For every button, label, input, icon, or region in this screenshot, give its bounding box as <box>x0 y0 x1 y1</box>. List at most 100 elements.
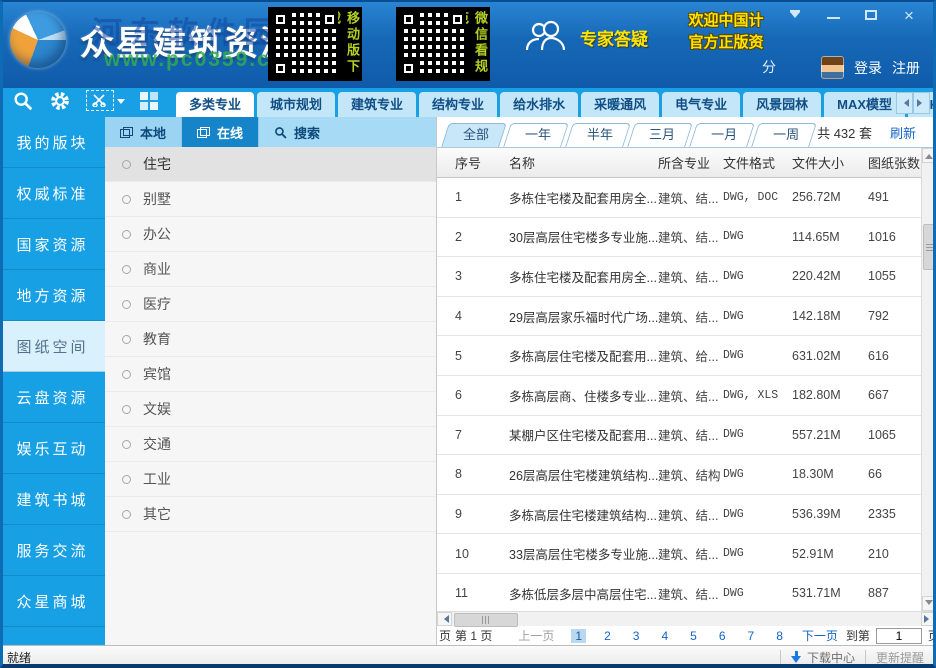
sidebar-item[interactable]: 权威标准 <box>0 168 105 219</box>
goto-page-input[interactable] <box>875 627 922 644</box>
category-item[interactable]: 文娱 <box>105 392 436 427</box>
table-row[interactable]: 10 33层高层住宅楼多专业施... 建筑、结... DWG 52.91M 21… <box>437 534 921 574</box>
horizontal-scroll-thumb[interactable] <box>454 613 518 627</box>
tab-search[interactable]: 搜索 <box>259 117 335 147</box>
scroll-down-button[interactable] <box>922 596 936 611</box>
table-row[interactable]: 4 29层高层家乐福时代广场... 建筑、结... DWG 142.18M 79… <box>437 297 921 337</box>
table-row[interactable]: 7 某棚户区住宅楼及配套用... 建筑、结... DWG 557.21M 106… <box>437 416 921 456</box>
time-filter-tab[interactable]: 一年 <box>507 123 565 147</box>
main-tab[interactable]: 城市规划 <box>257 92 336 117</box>
page-number-button[interactable]: 1 <box>571 628 587 643</box>
main-tab[interactable]: 结构专业 <box>419 92 498 117</box>
register-link[interactable]: 注册 <box>892 58 920 78</box>
update-reminder-button[interactable]: 更新提醒 <box>876 649 924 666</box>
windows-icon <box>197 126 211 138</box>
next-page-button[interactable]: 下一页 <box>802 627 838 644</box>
table-row[interactable]: 2 30层高层住宅楼多专业施... 建筑、结... DWG 114.65M 10… <box>437 218 921 258</box>
sidebar-item[interactable]: 众星商城 <box>0 576 105 627</box>
table-row[interactable]: 1 多栋住宅楼及配套用房全... 建筑、结... DWG, DOC 256.72… <box>437 178 921 218</box>
cell-count: 2335 <box>868 507 896 522</box>
bullet-icon <box>122 194 131 204</box>
category-item[interactable]: 商业 <box>105 252 436 287</box>
skin-menu-button[interactable] <box>776 3 814 27</box>
table-row[interactable]: 8 26层高层住宅楼建筑结构... 建筑、结构 DWG 18.30M 66 <box>437 455 921 495</box>
category-item[interactable]: 住宅 <box>105 147 436 182</box>
main-tab[interactable]: 多类专业 <box>176 92 255 117</box>
goto-label: 到第 <box>845 629 870 643</box>
category-item[interactable]: 别墅 <box>105 182 436 217</box>
category-item[interactable]: 交通 <box>105 427 436 462</box>
prev-page-button[interactable]: 上一页 <box>518 627 554 644</box>
category-item[interactable]: 其它 <box>105 497 436 532</box>
settings-button[interactable] <box>49 90 71 112</box>
cell-size: 220.42M <box>792 269 841 284</box>
sidebar-item[interactable]: 服务交流 <box>0 525 105 576</box>
cell-size: 631.02M <box>792 348 841 363</box>
category-item[interactable]: 医疗 <box>105 287 436 322</box>
scroll-left-button[interactable] <box>437 612 452 626</box>
sidebar-item[interactable]: 娱乐互动 <box>0 423 105 474</box>
main-tab[interactable]: 给水排水 <box>500 92 579 117</box>
main-tab[interactable]: 建筑专业 <box>338 92 417 117</box>
vertical-scrollbar[interactable] <box>921 148 936 611</box>
category-item[interactable]: 宾馆 <box>105 357 436 392</box>
maximize-button[interactable] <box>852 3 890 27</box>
tab-local[interactable]: 本地 <box>105 117 183 147</box>
expert-qa-button[interactable]: 专家答疑 <box>522 20 648 54</box>
sidebar-item[interactable]: 国家资源 <box>0 219 105 270</box>
table-row[interactable]: 5 多栋高层住宅楼及配套用... 建筑、给... DWG 631.02M 616 <box>437 336 921 376</box>
sidebar-item[interactable]: 云盘资源 <box>0 372 105 423</box>
page-number-button[interactable]: 7 <box>744 629 759 643</box>
horizontal-scrollbar[interactable] <box>437 611 936 627</box>
time-filter-tab[interactable]: 一周 <box>755 123 813 147</box>
cell-format: DWG <box>723 309 744 323</box>
login-link[interactable]: 登录 <box>854 58 882 78</box>
table-row[interactable]: 6 多栋高层商、住楼多专业... 建筑、结... DWG, XLS 182.80… <box>437 376 921 416</box>
tab-scroll-right-button[interactable] <box>913 92 930 114</box>
tab-scroll-left-button[interactable] <box>896 92 913 114</box>
goto-suffix: 页 <box>927 629 936 643</box>
time-filter-tab[interactable]: 全部 <box>445 123 503 147</box>
sidebar-item[interactable]: 地方资源 <box>0 270 105 321</box>
time-filter-tab[interactable]: 半年 <box>569 123 627 147</box>
window-controls: × <box>776 3 928 27</box>
page-number-button[interactable]: 5 <box>686 629 701 643</box>
main-tab[interactable]: 采暖通风 <box>581 92 660 117</box>
time-filter-tab[interactable]: 一月 <box>693 123 751 147</box>
main-tab[interactable]: 电气专业 <box>662 92 741 117</box>
cell-majors: 建筑、结... <box>658 191 719 206</box>
tab-online[interactable]: 在线 <box>182 117 260 147</box>
scroll-up-button[interactable] <box>922 148 936 163</box>
table-row[interactable]: 9 多栋高层住宅楼建筑结构... 建筑、结... DWG 536.39M 233… <box>437 495 921 535</box>
sidebar-item[interactable]: 我的版块 <box>0 117 105 168</box>
main-tab[interactable]: MAX模型 <box>824 92 906 117</box>
sidebar-item[interactable]: 各地网站 <box>0 627 105 646</box>
minimize-button[interactable] <box>814 3 852 27</box>
vertical-scroll-thumb[interactable] <box>923 224 936 270</box>
category-item[interactable]: 教育 <box>105 322 436 357</box>
bullet-icon <box>122 474 131 484</box>
refresh-link[interactable]: 刷新 <box>890 123 916 142</box>
table-row[interactable]: 11 多栋低层多层中高层住宅... 建筑、结... DWG 531.71M 88… <box>437 574 921 611</box>
download-center-button[interactable]: 下载中心 <box>790 649 855 666</box>
table-header-cell: 所含专业 <box>658 156 711 171</box>
table-row[interactable]: 3 多栋住宅楼及配套用房全... 建筑、结... DWG 220.42M 105… <box>437 257 921 297</box>
screenshot-button[interactable] <box>86 90 125 111</box>
main-tab[interactable]: 风景园林 <box>743 92 822 117</box>
page-number-button[interactable]: 8 <box>772 629 787 643</box>
apps-button[interactable] <box>140 91 158 110</box>
page-number-button[interactable]: 2 <box>600 629 615 643</box>
search-button[interactable] <box>12 90 34 112</box>
category-panel: 本地 在线 搜索 住宅 别墅 办公 商业 医疗 教育 宾馆 文娱 交通 工业 其… <box>105 117 437 645</box>
category-item[interactable]: 工业 <box>105 462 436 497</box>
category-item[interactable]: 办公 <box>105 217 436 252</box>
sidebar-item[interactable]: 建筑书城 <box>0 474 105 525</box>
close-button[interactable]: × <box>890 3 928 27</box>
page-number-button[interactable]: 3 <box>629 629 644 643</box>
page-number-button[interactable]: 6 <box>715 629 730 643</box>
time-filter-tab[interactable]: 三月 <box>631 123 689 147</box>
page-number-button[interactable]: 4 <box>657 629 672 643</box>
scroll-right-button[interactable] <box>921 612 936 626</box>
cell-majors: 建筑、结... <box>658 429 719 444</box>
sidebar-item[interactable]: 图纸空间 <box>0 321 105 372</box>
